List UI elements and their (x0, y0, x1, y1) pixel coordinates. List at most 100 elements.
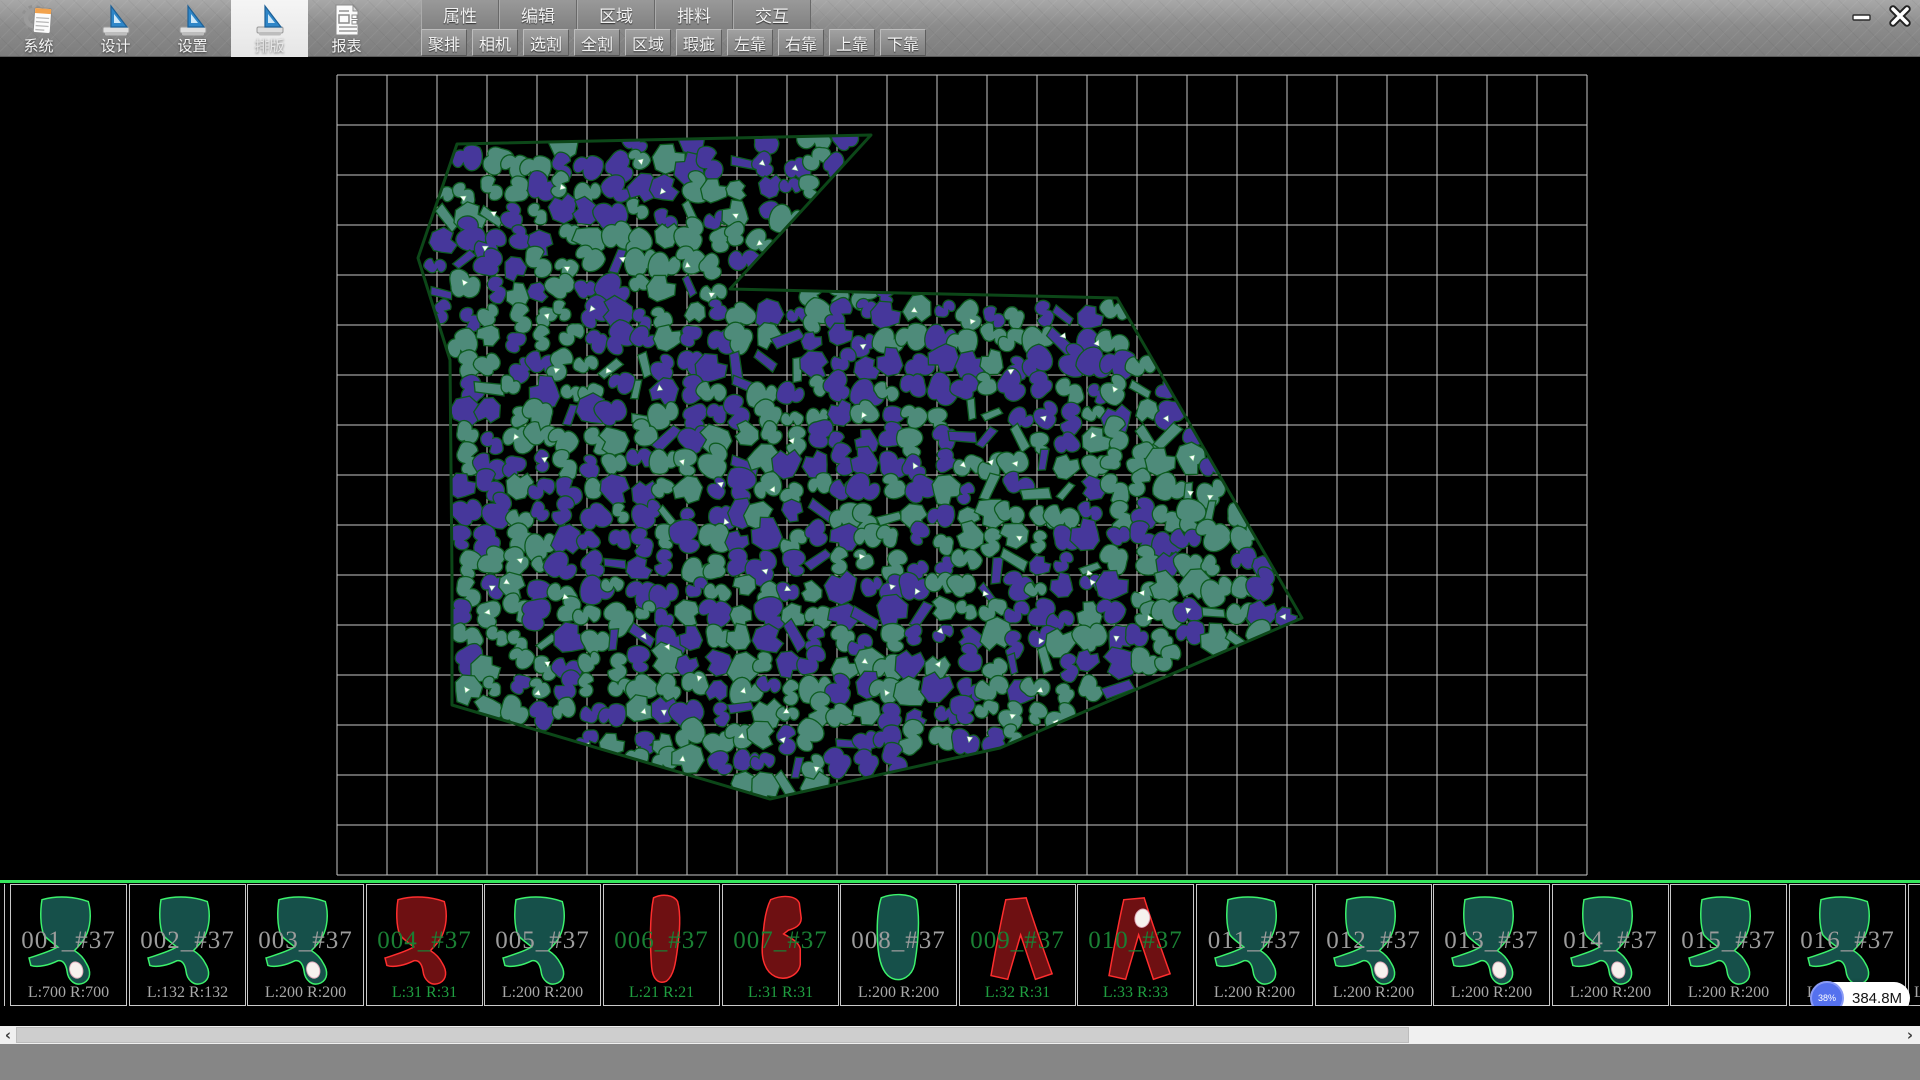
menu-area: 属性编辑区域排料交互 聚排相机选割全割区域瑕疵左靠右靠上靠下靠 (421, 0, 931, 57)
part-id-label: 001_#37 (11, 927, 126, 955)
part-thumbnail-005_#37[interactable]: 005_#37 L:200 R:200 (484, 884, 601, 1006)
part-id-label: 014_#37 (1553, 927, 1668, 955)
tool-button-row: 聚排相机选割全割区域瑕疵左靠右靠上靠下靠 (421, 29, 931, 57)
set-square-icon (98, 2, 134, 38)
part-id-label: 013_#37 (1434, 927, 1549, 955)
horizontal-scrollbar[interactable]: ‹ › (0, 1026, 1920, 1044)
part-quota-label: L:200 R:200 (1434, 984, 1549, 1002)
scrollbar-thumb[interactable] (16, 1027, 1409, 1043)
part-thumbnail-002_#37[interactable]: 002_#37 L:132 R:132 (129, 884, 246, 1006)
tool-button-cluster-nest[interactable]: 聚排 (421, 29, 467, 56)
part-quota-label: L:200 R:200 (485, 984, 600, 1002)
part-quota-label: L:32 R:31 (960, 984, 1075, 1002)
strip-top-line (0, 880, 1920, 883)
part-id-label: 009_#37 (960, 927, 1075, 955)
titlebar: 系统设计设置排版报表 属性编辑区域排料交互 聚排相机选割全割区域瑕疵左靠右靠上靠… (0, 0, 1920, 57)
part-thumbnail-014_#37[interactable]: 014_#37 L:200 R:200 (1552, 884, 1669, 1006)
part-id-label: 016_#37 (1790, 927, 1905, 955)
part-id-label: 003_#37 (248, 927, 363, 955)
tool-button-camera[interactable]: 相机 (472, 29, 518, 56)
tool-button-align-right[interactable]: 右靠 (778, 29, 824, 56)
window-controls (1844, 2, 1917, 29)
part-quota-label: L:132 R:132 (130, 984, 245, 1002)
menu-tab-nesting[interactable]: 排料 (655, 0, 733, 29)
part-thumbnails: 001_#37L:700 R:700002_#37L:132 R:132003_… (0, 884, 1920, 1006)
tool-button-region[interactable]: 区域 (625, 29, 671, 56)
part-quota-label: L:200 R:200 (1671, 984, 1786, 1002)
part-quota-label: L:200 R:200 (1316, 984, 1431, 1002)
part-thumbnail-006_#37[interactable]: 006_#37L:21 R:21 (603, 884, 720, 1006)
part-quota-label: L:200 R:200 (1553, 984, 1668, 1002)
toolbar-button-system[interactable]: 系统 (0, 0, 77, 57)
tool-button-align-left[interactable]: 左靠 (727, 29, 773, 56)
part-quota-label: L:200 R:200 (841, 984, 956, 1002)
nesting-drawing (0, 57, 1920, 880)
minimize-button[interactable] (1844, 2, 1879, 29)
parts-strip: 001_#37L:700 R:700002_#37L:132 R:132003_… (0, 880, 1920, 1006)
part-id-label: 012_#37 (1316, 927, 1431, 955)
status-bar (0, 1044, 1920, 1080)
tool-button-align-top[interactable]: 上靠 (829, 29, 875, 56)
main-toolbar: 系统 设计 设置排版报表 (0, 0, 385, 57)
progress-percent: 38% (1818, 993, 1836, 1003)
menu-tab-region[interactable]: 区域 (577, 0, 655, 29)
part-id-label: 006_#37 (604, 927, 719, 955)
toolbar-button-label: 报表 (331, 38, 361, 55)
part-thumbnail-004_#37[interactable]: 004_#37 L:31 R:31 (366, 884, 483, 1006)
part-thumbnail-010_#37[interactable]: 010_#37 L:33 R:33 (1077, 884, 1194, 1006)
part-id-label: 008_#37 (841, 927, 956, 955)
part-quota-label: L:200 R:200 (1197, 984, 1312, 1002)
part-id-label: 007_#37 (723, 927, 838, 955)
system-gear-icon (21, 2, 57, 38)
toolbar-button-label: 系统 (23, 38, 53, 55)
toolbar-button-report[interactable]: 报表 (308, 0, 385, 57)
tool-button-defect[interactable]: 瑕疵 (676, 29, 722, 56)
close-button[interactable] (1882, 2, 1917, 29)
set-square-icon (252, 2, 288, 38)
tool-button-align-bottom[interactable]: 下靠 (880, 29, 926, 56)
memory-usage: 384.8M (1852, 982, 1902, 1006)
part-thumbnail-003_#37[interactable]: 003_#37 L:200 R:200 (247, 884, 364, 1006)
part-id-label: 005_#37 (485, 927, 600, 955)
tool-button-select-cut[interactable]: 选割 (523, 29, 569, 56)
part-thumbnail-011_#37[interactable]: 011_#37 L:200 R:200 (1196, 884, 1313, 1006)
scroll-left-arrow[interactable]: ‹ (0, 1026, 16, 1044)
menu-tab-interact[interactable]: 交互 (733, 0, 811, 29)
toolbar-button-settings[interactable]: 设置 (154, 0, 231, 57)
part-id-label: 010_#37 (1078, 927, 1193, 955)
part-thumbnail-001_#37[interactable]: 001_#37 L:700 R:700 (10, 884, 127, 1006)
part-thumbnail-partial[interactable]: L: (1908, 884, 1920, 1006)
toolbar-button-label: 设计 (100, 38, 130, 55)
menu-tab-edit[interactable]: 编辑 (499, 0, 577, 29)
close-icon (1887, 5, 1913, 27)
progress-circle-badge: 38% (1810, 981, 1844, 1006)
part-quota-label: L: (1909, 984, 1920, 1002)
part-thumbnail-007_#37[interactable]: 007_#37 L:31 R:31 (722, 884, 839, 1006)
part-quota-label: L:31 R:31 (723, 984, 838, 1002)
part-id-label: 011_#37 (1197, 927, 1312, 955)
toolbar-button-nesting[interactable]: 排版 (231, 0, 308, 57)
part-quota-label: L:33 R:33 (1078, 984, 1193, 1002)
part-id-label: 015_#37 (1671, 927, 1786, 955)
part-quota-label: L:700 R:700 (11, 984, 126, 1002)
part-thumbnail-015_#37[interactable]: 015_#37 L:200 R:200 (1670, 884, 1787, 1006)
scroll-right-arrow[interactable]: › (1902, 1026, 1918, 1044)
part-quota-label: L:200 R:200 (248, 984, 363, 1002)
part-thumbnail-008_#37[interactable]: 008_#37 L:200 R:200 (840, 884, 957, 1006)
part-thumbnail-009_#37[interactable]: 009_#37 L:32 R:31 (959, 884, 1076, 1006)
part-id-label: 002_#37 (130, 927, 245, 955)
part-thumbnail-013_#37[interactable]: 013_#37 L:200 R:200 (1433, 884, 1550, 1006)
minimize-icon (1850, 6, 1874, 26)
progress-pill: 38% 384.8M (1812, 982, 1910, 1006)
nesting-canvas[interactable] (0, 57, 1920, 880)
set-square-icon (175, 2, 211, 38)
application-window: 系统设计设置排版报表 属性编辑区域排料交互 聚排相机选割全割区域瑕疵左靠右靠上靠… (0, 0, 1920, 1080)
tool-button-cut-all[interactable]: 全割 (574, 29, 620, 56)
toolbar-button-design[interactable]: 设计 (77, 0, 154, 57)
report-document-icon (329, 2, 365, 38)
part-quota-label: L:31 R:31 (367, 984, 482, 1002)
menu-tab-row: 属性编辑区域排料交互 (421, 0, 931, 29)
menu-tab-properties[interactable]: 属性 (421, 0, 499, 29)
part-id-label: 004_#37 (367, 927, 482, 955)
part-thumbnail-012_#37[interactable]: 012_#37 L:200 R:200 (1315, 884, 1432, 1006)
